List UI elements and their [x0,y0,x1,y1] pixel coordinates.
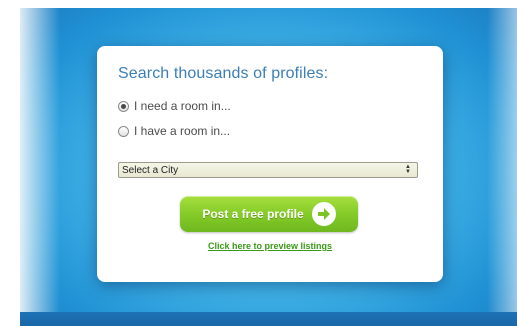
post-profile-label: Post a free profile [202,207,304,221]
option-have-room-label: I have a room in... [134,124,231,138]
city-select-value: Select a City [122,164,179,176]
footer-strip [20,312,517,326]
option-need-room-label: I need a room in... [134,99,231,113]
preview-listings-link[interactable]: Click here to preview listings [97,241,443,251]
post-profile-button[interactable]: Post a free profile [180,196,358,232]
radio-have-room[interactable] [118,125,129,137]
option-have-room[interactable]: I have a room in... [118,124,230,138]
search-title: Search thousands of profiles: [118,65,329,82]
search-card: Search thousands of profiles: I need a r… [97,46,443,282]
radio-need-room[interactable] [118,100,129,112]
arrow-right-icon [311,202,336,226]
city-select[interactable]: Select a City ▲ ▼ [118,162,418,178]
updown-arrows-icon: ▲ ▼ [405,164,411,175]
option-need-room[interactable]: I need a room in... [118,99,231,113]
